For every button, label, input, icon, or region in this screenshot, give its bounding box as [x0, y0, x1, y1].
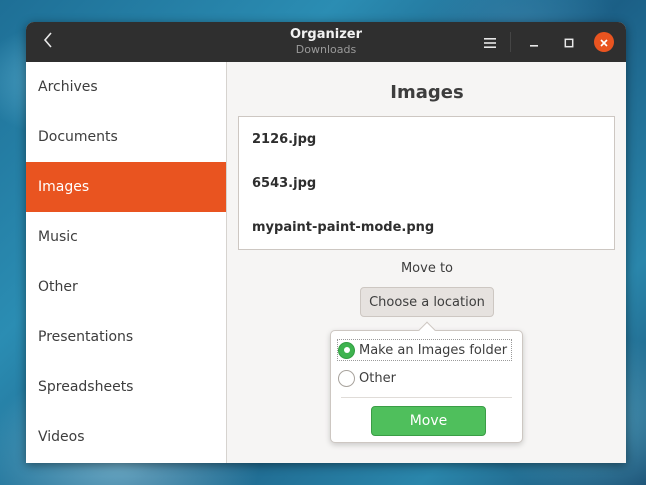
organizer-window: Organizer Downloads Archives Documents I… [26, 22, 626, 463]
hamburger-menu-icon [484, 33, 496, 52]
move-to-label: Move to [400, 261, 454, 276]
minimize-button[interactable] [524, 32, 544, 52]
list-item[interactable]: 6543.jpg [239, 161, 614, 205]
maximize-icon [564, 33, 574, 52]
radio-label: Other [359, 370, 396, 386]
close-icon [599, 33, 609, 52]
popover-divider [341, 397, 512, 398]
sidebar-item-videos[interactable]: Videos [26, 412, 226, 462]
popover-arrow [418, 321, 436, 339]
menu-button[interactable] [480, 32, 500, 52]
list-item[interactable]: 2126.jpg [239, 117, 614, 161]
list-item[interactable]: mypaint-paint-mode.png [239, 205, 614, 249]
sidebar-item-archives[interactable]: Archives [26, 62, 226, 112]
sidebar-item-images[interactable]: Images [26, 162, 226, 212]
sidebar-item-presentations[interactable]: Presentations [26, 312, 226, 362]
sidebar-item-spreadsheets[interactable]: Spreadsheets [26, 362, 226, 412]
header-bar: Organizer Downloads [26, 22, 626, 62]
radio-checked-icon[interactable] [338, 341, 355, 359]
radio-label: Make an Images folder [359, 342, 508, 358]
maximize-button[interactable] [559, 32, 579, 52]
page-title: Images [390, 82, 464, 103]
sidebar-item-documents[interactable]: Documents [26, 112, 226, 162]
minimize-icon [529, 33, 539, 52]
sidebar-item-music[interactable]: Music [26, 212, 226, 262]
location-popover: Make an Images folder Other Move [330, 321, 523, 443]
choose-location-button[interactable]: Choose a location [360, 287, 494, 317]
sidebar-item-other[interactable]: Other [26, 262, 226, 312]
category-sidebar: Archives Documents Images Music Other Pr… [26, 62, 227, 463]
move-button[interactable]: Move [371, 406, 486, 436]
file-list: 2126.jpg 6543.jpg mypaint-paint-mode.png [238, 116, 615, 250]
radio-option-other[interactable]: Other [338, 367, 396, 389]
titlebar-separator [510, 32, 511, 52]
main-content: Images 2126.jpg 6543.jpg mypaint-paint-m… [228, 62, 626, 463]
radio-option-images-folder[interactable]: Make an Images folder [337, 339, 513, 361]
close-button[interactable] [594, 32, 614, 52]
radio-unchecked-icon[interactable] [338, 369, 355, 387]
